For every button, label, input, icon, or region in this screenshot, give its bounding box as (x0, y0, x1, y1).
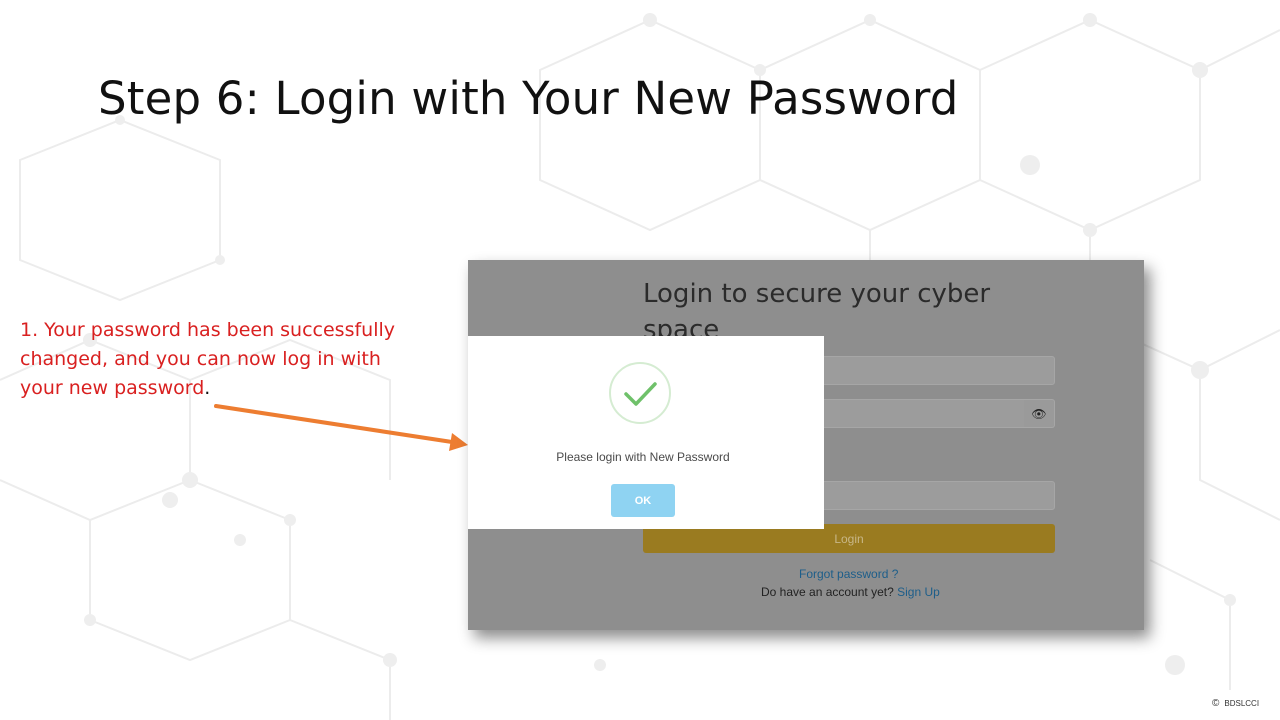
slide-title: Step 6: Login with Your New Password (98, 72, 959, 125)
eye-icon: 👁 (1031, 407, 1047, 421)
success-modal: Please login with New Password OK (468, 336, 824, 529)
modal-message: Please login with New Password (556, 450, 730, 464)
signup-prompt: Do have an account yet? Sign Up (761, 585, 940, 599)
ok-button[interactable]: OK (611, 484, 675, 517)
footer-copyright: © BDSLCCI (1212, 698, 1259, 709)
show-password-button[interactable]: 👁 (1024, 399, 1055, 428)
sign-up-link[interactable]: Sign Up (897, 585, 940, 599)
copyright-icon: © (1212, 698, 1220, 709)
callout-note: 1. Your password has been successfully c… (20, 316, 420, 403)
checkmark-icon (624, 382, 657, 406)
callout-period: . (204, 377, 211, 399)
footer-owner: BDSLCCI (1224, 699, 1260, 708)
success-icon-circle (609, 362, 671, 424)
forgot-password-link[interactable]: Forgot password ? (799, 567, 898, 581)
no-account-text: Do have an account yet? (761, 585, 894, 599)
